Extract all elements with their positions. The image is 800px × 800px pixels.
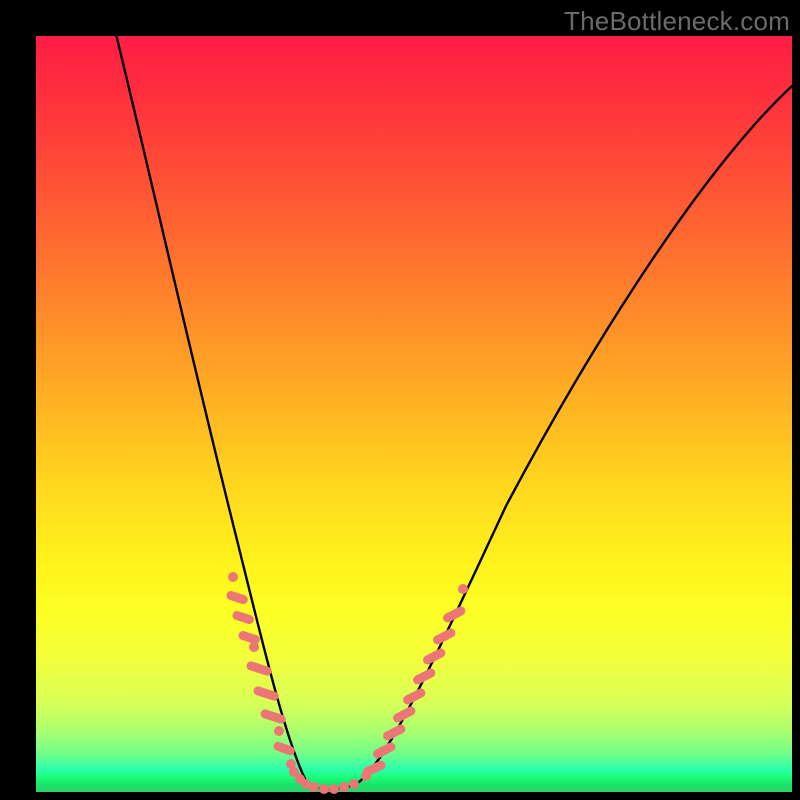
watermark-text: TheBottleneck.com (564, 6, 790, 37)
plot-area (36, 36, 792, 792)
curve-dots (225, 572, 468, 794)
chart-frame: TheBottleneck.com (0, 0, 800, 800)
bottleneck-curve-svg (36, 36, 792, 792)
bottleneck-curve (114, 26, 792, 789)
